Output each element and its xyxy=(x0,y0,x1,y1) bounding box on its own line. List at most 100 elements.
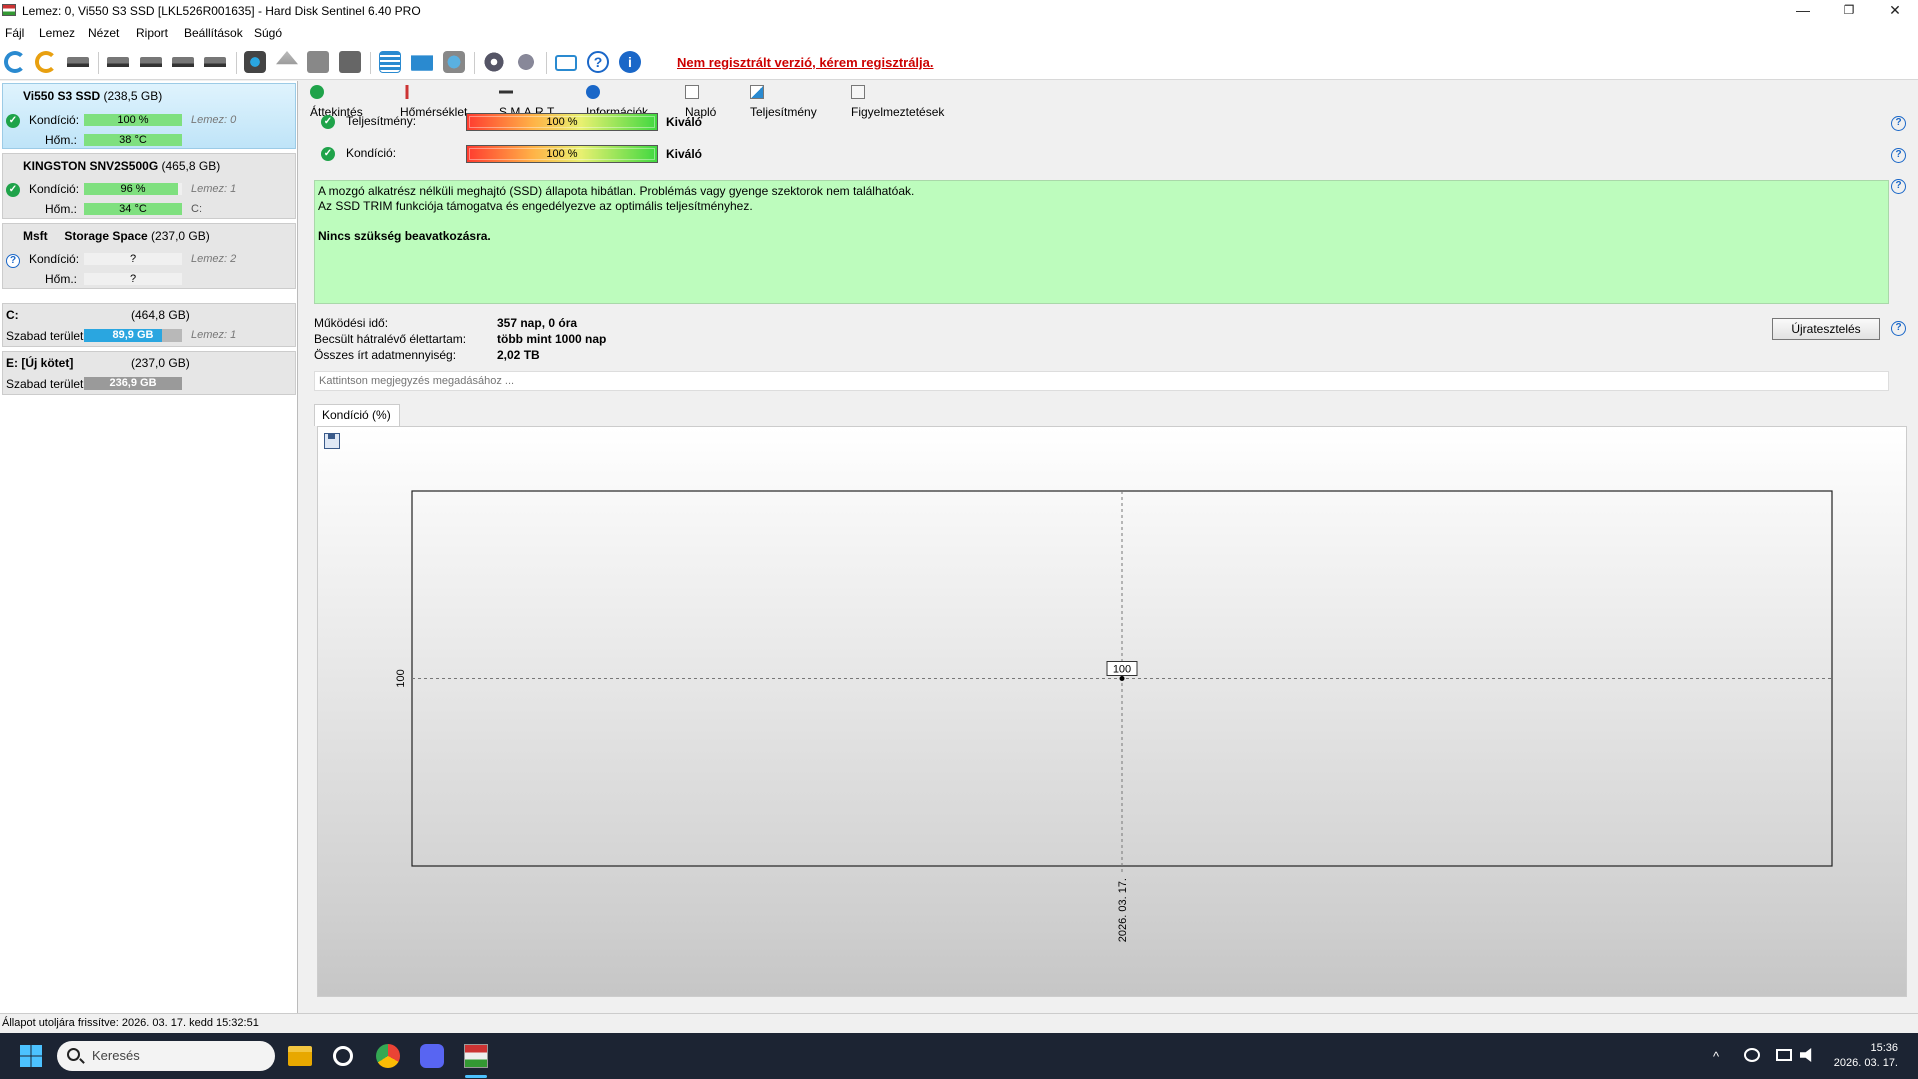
eject-icon[interactable] xyxy=(274,49,300,75)
gear-icon[interactable] xyxy=(481,49,507,75)
minimize-button[interactable]: — xyxy=(1780,0,1826,22)
ok-check-icon: ✓ xyxy=(6,183,20,197)
disk-clock-icon[interactable] xyxy=(138,49,164,75)
condition-label: Kondíció: xyxy=(29,182,80,196)
volume-name: C: xyxy=(6,308,19,322)
help-icon[interactable]: ? xyxy=(1891,116,1906,131)
menu-settings[interactable]: Beállítások xyxy=(184,26,243,40)
condition-bar: ? xyxy=(84,253,182,265)
tab-overview[interactable]: Áttekintés xyxy=(310,82,363,119)
disk-surface-icon[interactable] xyxy=(242,49,268,75)
backup-icon[interactable] xyxy=(305,49,331,75)
disk-card-2[interactable]: Msft Storage Space (237,0 GB) ? Kondíció… xyxy=(2,223,296,289)
retest-button[interactable]: Újratesztelés xyxy=(1772,318,1880,340)
x-tick-label: 2026. 03. 17. xyxy=(1117,878,1129,942)
tab-smart[interactable]: S.M.A.R.T. xyxy=(499,82,556,119)
hard-disk-sentinel-icon[interactable] xyxy=(464,1044,488,1068)
menu-disk[interactable]: Lemez xyxy=(39,26,75,40)
temp-bar: 38 °C xyxy=(84,134,182,146)
drive-letter: C: xyxy=(191,203,202,215)
total-written-value: 2,02 TB xyxy=(497,348,540,362)
condition-label: Kondíció: xyxy=(29,113,80,127)
taskbar-search[interactable]: Keresés xyxy=(57,1041,275,1071)
temp-label: Hőm.: xyxy=(45,272,78,286)
message-line: A mozgó alkatrész nélküli meghajtó (SSD)… xyxy=(318,184,915,198)
toolbar: ? i Nem regisztrált verzió, kérem regisz… xyxy=(0,44,1918,80)
disk-card-0[interactable]: Vi550 S3 SSD (238,5 GB) ✓ Kondíció: 100 … xyxy=(2,83,296,149)
note-input[interactable] xyxy=(314,371,1889,391)
menu-report[interactable]: Riport xyxy=(136,26,168,40)
help-icon[interactable]: ? xyxy=(1891,148,1906,163)
performance-rating: Kiváló xyxy=(666,115,703,129)
refresh-icon[interactable] xyxy=(2,49,28,75)
camera-icon[interactable] xyxy=(553,49,579,75)
start-windows-icon[interactable] xyxy=(20,1045,42,1067)
search-placeholder: Keresés xyxy=(92,1048,140,1063)
disk-name: Msft Storage Space (237,0 GB) xyxy=(23,229,210,243)
window-title: Lemez: 0, Vi550 S3 SSD [LKL526R001635] -… xyxy=(22,4,421,18)
menu-view[interactable]: Nézet xyxy=(88,26,119,40)
disk-list-icon[interactable] xyxy=(65,49,91,75)
remaining-life-label: Becsült hátralévő élettartam: xyxy=(314,332,467,346)
help-icon[interactable]: ? xyxy=(1891,179,1906,194)
network-icon[interactable] xyxy=(441,49,467,75)
tab-information[interactable]: Információk xyxy=(586,82,648,119)
about-icon[interactable]: i xyxy=(617,49,643,75)
network-icon[interactable] xyxy=(1776,1049,1792,1061)
temp-label: Hőm.: xyxy=(45,133,78,147)
title-bar: Lemez: 0, Vi550 S3 SSD [LKL526R001635] -… xyxy=(0,0,1918,22)
overview-content: ✓ Teljesítmény: 100 % Kiváló ? ✓ Kondíci… xyxy=(306,104,1918,1013)
chrome-icon[interactable] xyxy=(376,1044,400,1068)
menu-help[interactable]: Súgó xyxy=(254,26,282,40)
condition-bar: 100 % xyxy=(84,114,182,126)
data-label: 100 xyxy=(1113,664,1131,676)
settings-icon[interactable] xyxy=(333,1046,353,1066)
alert-settings-icon[interactable] xyxy=(513,49,539,75)
disk-card-1[interactable]: KINGSTON SNV2S500G (465,8 GB) ✓ Kondíció… xyxy=(2,153,296,219)
volume-card-e[interactable]: E: [Új kötet] (237,0 GB) Szabad terület … xyxy=(2,351,296,395)
tab-alerts[interactable]: Figyelmeztetések xyxy=(851,82,944,119)
unknown-status-icon: ? xyxy=(6,254,20,268)
menu-bar: Fájl Lemez Nézet Riport Beállítások Súgó xyxy=(0,22,1918,44)
tray-expand-icon[interactable]: ^ xyxy=(1713,1049,1719,1064)
free-space-label: Szabad terület xyxy=(6,377,84,391)
condition-row: ✓ Kondíció: 100 % Kiváló xyxy=(314,145,1914,165)
help-icon[interactable]: ? xyxy=(1891,321,1906,336)
taskbar: Keresés ^ 15:36 2026. 03. 17. xyxy=(0,1033,1918,1079)
tab-log[interactable]: Napló xyxy=(685,82,716,119)
ok-check-icon: ✓ xyxy=(321,115,335,129)
maximize-button[interactable]: ❐ xyxy=(1826,0,1872,22)
help-icon[interactable]: ? xyxy=(585,49,611,75)
disk-name: KINGSTON SNV2S500G (465,8 GB) xyxy=(23,159,221,173)
report-icon[interactable] xyxy=(377,49,403,75)
temp-bar: ? xyxy=(84,273,182,285)
total-written-label: Összes írt adatmennyiség: xyxy=(314,348,457,362)
menu-file[interactable]: Fájl xyxy=(5,26,24,40)
disk-info-icon[interactable] xyxy=(105,49,131,75)
volume-icon[interactable] xyxy=(1800,1048,1812,1062)
disk-index: Lemez: 1 xyxy=(191,183,237,195)
tab-performance[interactable]: Teljesítmény xyxy=(750,82,817,119)
discord-icon[interactable] xyxy=(420,1044,444,1068)
status-bar-text: Állapot utoljára frissítve: 2026. 03. 17… xyxy=(2,1017,259,1029)
disk-check-icon[interactable] xyxy=(170,49,196,75)
refresh-warning-icon[interactable] xyxy=(33,49,59,75)
condition-bar: 96 % xyxy=(84,183,182,195)
disk-index: Lemez: 0 xyxy=(191,114,237,126)
chart-tab-condition[interactable]: Kondíció (%) xyxy=(314,404,400,426)
email-icon[interactable] xyxy=(409,49,435,75)
file-explorer-icon[interactable] xyxy=(288,1046,312,1066)
temp-bar: 34 °C xyxy=(84,203,182,215)
disk-tool-icon[interactable] xyxy=(337,49,363,75)
tab-temperature[interactable]: Hőmérséklet xyxy=(400,82,467,119)
condition-bar: 100 % xyxy=(466,145,658,163)
sync-icon[interactable] xyxy=(1744,1048,1760,1062)
condition-label: Kondíció: xyxy=(346,146,397,160)
volume-card-c[interactable]: C: (464,8 GB) Szabad terület 89,9 GB Lem… xyxy=(2,303,296,347)
taskbar-time: 15:36 xyxy=(1870,1042,1898,1054)
disk-search-icon[interactable] xyxy=(202,49,228,75)
message-line: Az SSD TRIM funkciója támogatva és enged… xyxy=(318,199,753,213)
free-space-bar: 89,9 GB xyxy=(84,329,182,342)
register-link[interactable]: Nem regisztrált verzió, kérem regisztrál… xyxy=(677,55,934,70)
close-button[interactable]: ✕ xyxy=(1872,0,1918,22)
